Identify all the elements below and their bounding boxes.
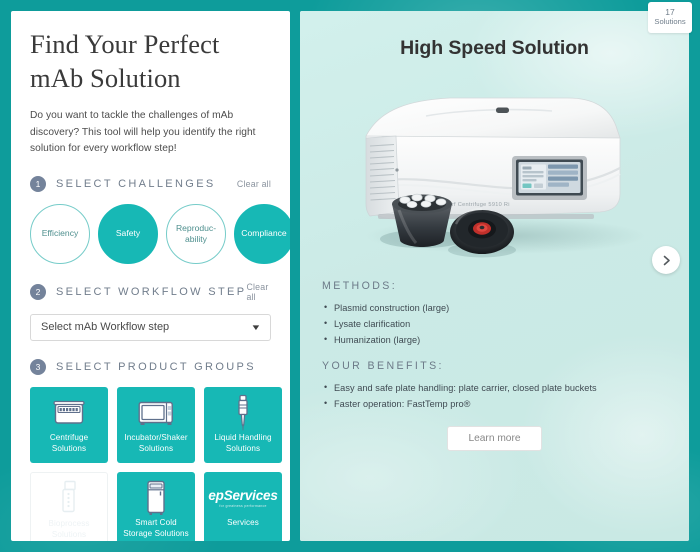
product-tile-label: Incubator/Shaker Solutions <box>124 432 188 453</box>
epservices-logo-text: epServices <box>208 487 278 503</box>
product-tile-label: Bioprocess Solutions <box>48 518 90 539</box>
methods-list-item: Humanization (large) <box>322 332 667 348</box>
step-number-badge-2: 2 <box>30 283 46 300</box>
benefits-list-item: Faster operation: FastTemp pro® <box>322 396 667 412</box>
solutions-count-badge: 17 Solutions <box>648 2 692 33</box>
product-tile-label: Smart Cold Storage Solutions <box>123 517 189 538</box>
clear-all-challenges-link[interactable]: Clear all <box>237 179 271 189</box>
pipette-icon <box>235 393 251 433</box>
product-tile-label: Centrifuge Solutions <box>49 432 89 453</box>
configurator-panel: Find Your Perfect mAb Solution Do you wa… <box>11 11 290 541</box>
methods-list-item: Plasmid construction (large) <box>322 299 667 316</box>
chevron-right-icon <box>663 255 670 265</box>
product-group-grid: Centrifuge Solutions Incubator/Shaker So… <box>30 386 282 541</box>
section-title-workflow: SELECT WORKFLOW STEP <box>56 285 247 298</box>
product-tile-liquid-handling[interactable]: Liquid Handling Solutions <box>204 386 282 463</box>
intro-text: Do you want to tackle the challenges of … <box>30 110 256 155</box>
section-header-product-groups: 3 SELECT PRODUCT GROUPS <box>30 358 271 375</box>
epservices-logo-icon: epServices for greatness performance <box>208 478 278 518</box>
product-tile-services[interactable]: epServices for greatness performance Ser… <box>204 471 282 541</box>
solution-detail-panel: High Speed Solution eppendorf Centrifuge… <box>300 11 689 541</box>
product-tile-label: Services <box>227 517 259 527</box>
clear-all-workflow-link[interactable]: Clear all <box>246 282 271 302</box>
step-number-badge-3: 3 <box>30 358 46 375</box>
epservices-logo-tagline: for greatness performance <box>219 503 267 508</box>
challenge-bubble-reproducability[interactable]: Reproduc-ability <box>166 203 226 264</box>
solution-info: METHODS: Plasmid construction (large) Ly… <box>300 264 689 452</box>
benefits-list: Easy and safe plate handling: plate carr… <box>322 380 667 412</box>
incubator-shaker-icon <box>138 393 174 433</box>
challenge-bubble-efficiency[interactable]: Efficiency <box>30 203 90 264</box>
product-tile-centrifuge[interactable]: Centrifuge Solutions <box>30 386 108 463</box>
bioprocess-icon <box>58 479 80 519</box>
benefits-list-item: Easy and safe plate handling: plate carr… <box>322 380 667 396</box>
centrifuge-icon <box>53 393 85 433</box>
learn-more-button[interactable]: Learn more <box>447 426 542 452</box>
step-number-badge-1: 1 <box>30 175 46 192</box>
methods-heading: METHODS: <box>322 280 398 292</box>
challenge-bubble-compliance[interactable]: Compliance <box>234 203 290 264</box>
methods-list: Plasmid construction (large) Lysate clar… <box>322 299 667 348</box>
product-tile-smart-cold-storage[interactable]: Smart Cold Storage Solutions <box>117 471 195 541</box>
product-tile-label: Liquid Handling Solutions <box>214 432 272 453</box>
section-title-product-groups: SELECT PRODUCT GROUPS <box>56 360 256 373</box>
product-tile-bioprocess: Bioprocess Solutions <box>30 471 108 541</box>
product-tile-incubator-shaker[interactable]: Incubator/Shaker Solutions <box>117 386 195 463</box>
workflow-step-select[interactable]: Select mAb Workflow step ▼ <box>30 313 271 341</box>
learn-more-wrap: Learn more <box>322 426 667 452</box>
next-solution-button[interactable] <box>652 246 680 274</box>
methods-list-item: Lysate clarification <box>322 316 667 332</box>
eppendorf-centrifuge-image: eppendorf Centrifuge 5910 Ri <box>365 97 645 258</box>
workflow-step-select-value: Select mAb Workflow step <box>41 321 170 334</box>
challenge-bubble-safety[interactable]: Safety <box>98 203 158 264</box>
section-header-workflow: 2 SELECT WORKFLOW STEP Clear all <box>30 282 271 302</box>
solutions-count-label: Solutions <box>654 17 686 27</box>
section-header-challenges: 1 SELECT CHALLENGES Clear all <box>30 175 271 192</box>
freezer-icon <box>145 478 167 518</box>
benefits-heading: YOUR BENEFITS: <box>322 360 444 373</box>
challenge-bubble-group: Efficiency Safety Reproduc-ability Compl… <box>30 203 290 264</box>
app-root: Find Your Perfect mAb Solution Do you wa… <box>0 0 700 552</box>
product-photo: eppendorf Centrifuge 5910 Ri <box>300 64 689 274</box>
solution-title: High Speed Solution <box>400 37 589 59</box>
section-title-challenges: SELECT CHALLENGES <box>56 177 216 190</box>
chevron-down-icon: ▼ <box>250 322 262 332</box>
page-title: Find Your Perfect mAb Solution <box>30 29 220 93</box>
